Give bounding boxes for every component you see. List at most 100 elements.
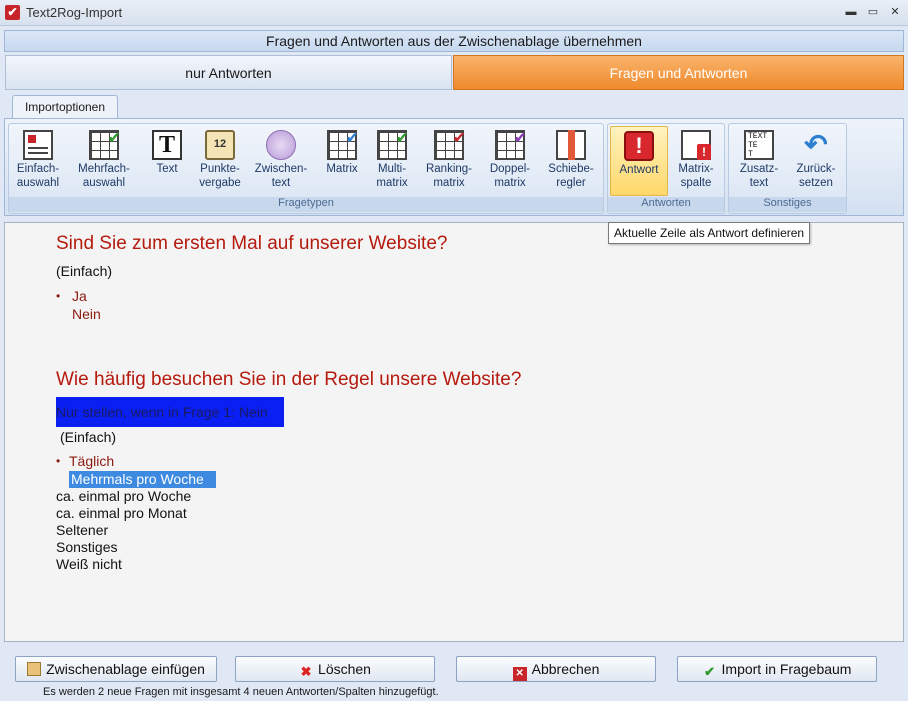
close-button[interactable]: ✕ (886, 4, 904, 20)
doppelmatrix-button[interactable]: Doppel- matrix (483, 126, 537, 196)
delete-label: Löschen (318, 661, 371, 677)
header-banner: Fragen und Antworten aus der Zwischenabl… (4, 30, 904, 52)
button-label: Zurück- (796, 163, 836, 175)
group-label-fragetypen: Fragetypen (9, 197, 603, 212)
answer-ja[interactable]: Ja (72, 288, 87, 304)
rankingmatrix-button[interactable]: Ranking- matrix (421, 126, 477, 196)
button-label: Antwort (619, 164, 659, 176)
minimize-button[interactable]: ▬ (842, 4, 860, 20)
line-sonstiges[interactable]: Sonstiges (56, 539, 117, 555)
text-lines-icon: TEXT TE T (744, 130, 774, 160)
antwort-button[interactable]: ! Antwort (610, 126, 668, 196)
question-2-type[interactable]: (Einfach) (60, 429, 116, 445)
button-label: auswahl (16, 177, 60, 189)
exclamation-icon: ! (624, 131, 654, 161)
matrix-button[interactable]: Matrix (317, 126, 367, 196)
green-check-icon: ✔ (704, 664, 715, 679)
multiple-choice-icon (89, 128, 121, 160)
button-label: regler (556, 177, 586, 189)
button-label: matrix (376, 177, 408, 189)
matrix-icon (327, 128, 359, 160)
answer-bullet: • (56, 454, 61, 468)
answer-taeglich[interactable]: Täglich (69, 453, 114, 469)
undo-arrow-icon: ↶ (804, 129, 828, 160)
button-label: matrix (494, 177, 526, 189)
schieberegler-button[interactable]: Schiebe- regler (543, 126, 599, 196)
line-seltener[interactable]: Seltener (56, 522, 108, 538)
tab-importoptionen[interactable]: Importoptionen (12, 95, 118, 119)
button-label: Einfach- (16, 163, 60, 175)
cancel-button[interactable]: ✕ Abbrechen (456, 656, 656, 682)
button-label: Ranking- (425, 163, 473, 175)
einfachauswahl-button[interactable]: Einfach- auswahl (13, 126, 63, 196)
button-label: Zusatz- (739, 163, 779, 175)
line-einmal-woche[interactable]: ca. einmal pro Woche (56, 488, 191, 504)
speech-bubble-icon (266, 130, 296, 160)
maximize-button[interactable]: ▭ (864, 4, 882, 20)
ribbon: Einfach- auswahl Mehrfach- auswahl T Tex… (4, 118, 904, 216)
mehrfachauswahl-button[interactable]: Mehrfach- auswahl (75, 126, 133, 196)
clipboard-icon (27, 662, 42, 676)
app-check-icon: ✔ (5, 5, 20, 20)
button-label: Doppel- (489, 163, 531, 175)
multi-matrix-icon (377, 128, 409, 160)
group-antworten: ! Antwort Matrix- spalte Antworten (607, 123, 725, 214)
matrix-column-icon (681, 130, 711, 160)
cancel-box-icon: ✕ (512, 667, 527, 681)
button-label: setzen (799, 177, 833, 189)
points-calculator-icon: 12 (205, 130, 235, 160)
button-label: Matrix- (678, 163, 714, 175)
antwort-tooltip: Aktuelle Zeile als Antwort definieren (608, 222, 810, 244)
text-question-button[interactable]: T Text (141, 126, 193, 196)
group-sonstiges: TEXT TE T Zusatz- text ↶ Zurück- setzen So… (728, 123, 847, 214)
import-button[interactable]: ✔ Import in Fragebaum (677, 656, 877, 682)
button-label: Multi- (377, 163, 407, 175)
multimatrix-button[interactable]: Multi- matrix (367, 126, 417, 196)
ranking-matrix-icon (434, 128, 466, 160)
button-label: Punkte- (200, 163, 240, 175)
button-label: spalte (680, 177, 712, 189)
question-1[interactable]: Sind Sie zum ersten Mal auf unserer Webs… (56, 233, 447, 255)
line-einmal-monat[interactable]: ca. einmal pro Monat (56, 505, 187, 521)
button-label: Text (156, 163, 178, 175)
button-label: matrix (433, 177, 465, 189)
window-title: Text2Rog-Import (26, 5, 123, 20)
button-label: text (271, 177, 291, 189)
answer-bullet: • (56, 289, 61, 303)
question-1-type[interactable]: (Einfach) (56, 263, 112, 279)
group-label-sonstiges: Sonstiges (729, 197, 846, 212)
double-matrix-icon (495, 128, 527, 160)
text-t-icon: T (152, 130, 182, 160)
mode-only-answers-button[interactable]: nur Antworten (5, 55, 452, 90)
paste-clipboard-label: Zwischenablage einfügen (46, 661, 205, 677)
delete-button[interactable]: ✖ Löschen (235, 656, 435, 682)
red-x-icon: ✖ (300, 664, 312, 679)
button-label: Mehrfach- (78, 163, 130, 175)
status-text: Es werden 2 neue Fragen mit insgesamt 4 … (43, 686, 439, 698)
matrixspalte-button[interactable]: Matrix- spalte (670, 126, 722, 196)
group-fragetypen: Einfach- auswahl Mehrfach- auswahl T Tex… (8, 123, 604, 214)
title-bar: ✔ Text2Rog-Import ▬ ▭ ✕ (0, 0, 908, 26)
punktevergabe-button[interactable]: 12 Punkte- vergabe (193, 126, 247, 196)
cancel-label: Abbrechen (531, 661, 600, 677)
question-2[interactable]: Wie häufig besuchen Sie in der Regel uns… (56, 369, 521, 391)
paste-clipboard-button[interactable]: Zwischenablage einfügen (15, 656, 217, 682)
button-label: vergabe (199, 177, 241, 189)
button-label: Matrix (326, 163, 358, 175)
slider-icon (556, 130, 586, 160)
zwischentext-button[interactable]: Zwischen- text (252, 126, 310, 196)
button-label: Schiebe- (548, 163, 594, 175)
import-label: Import in Fragebaum (721, 661, 852, 677)
answer-mehrmals-selected[interactable]: Mehrmals pro Woche (69, 471, 216, 488)
zuruecksetzen-button[interactable]: ↶ Zurück- setzen (789, 126, 843, 196)
button-label: text (749, 177, 769, 189)
single-choice-icon (23, 130, 53, 160)
line-weiss-nicht[interactable]: Weiß nicht (56, 556, 122, 572)
answer-nein[interactable]: Nein (72, 306, 101, 322)
import-text-area[interactable]: Sind Sie zum ersten Mal auf unserer Webs… (4, 222, 904, 642)
condition-line-selected[interactable]: Nur stellen, wenn in Frage 1: Nein (56, 397, 284, 427)
mode-questions-answers-button[interactable]: Fragen und Antworten (453, 55, 904, 90)
button-label: auswahl (82, 177, 126, 189)
zusatztext-button[interactable]: TEXT TE T Zusatz- text (733, 126, 785, 196)
group-label-antworten: Antworten (608, 197, 724, 212)
